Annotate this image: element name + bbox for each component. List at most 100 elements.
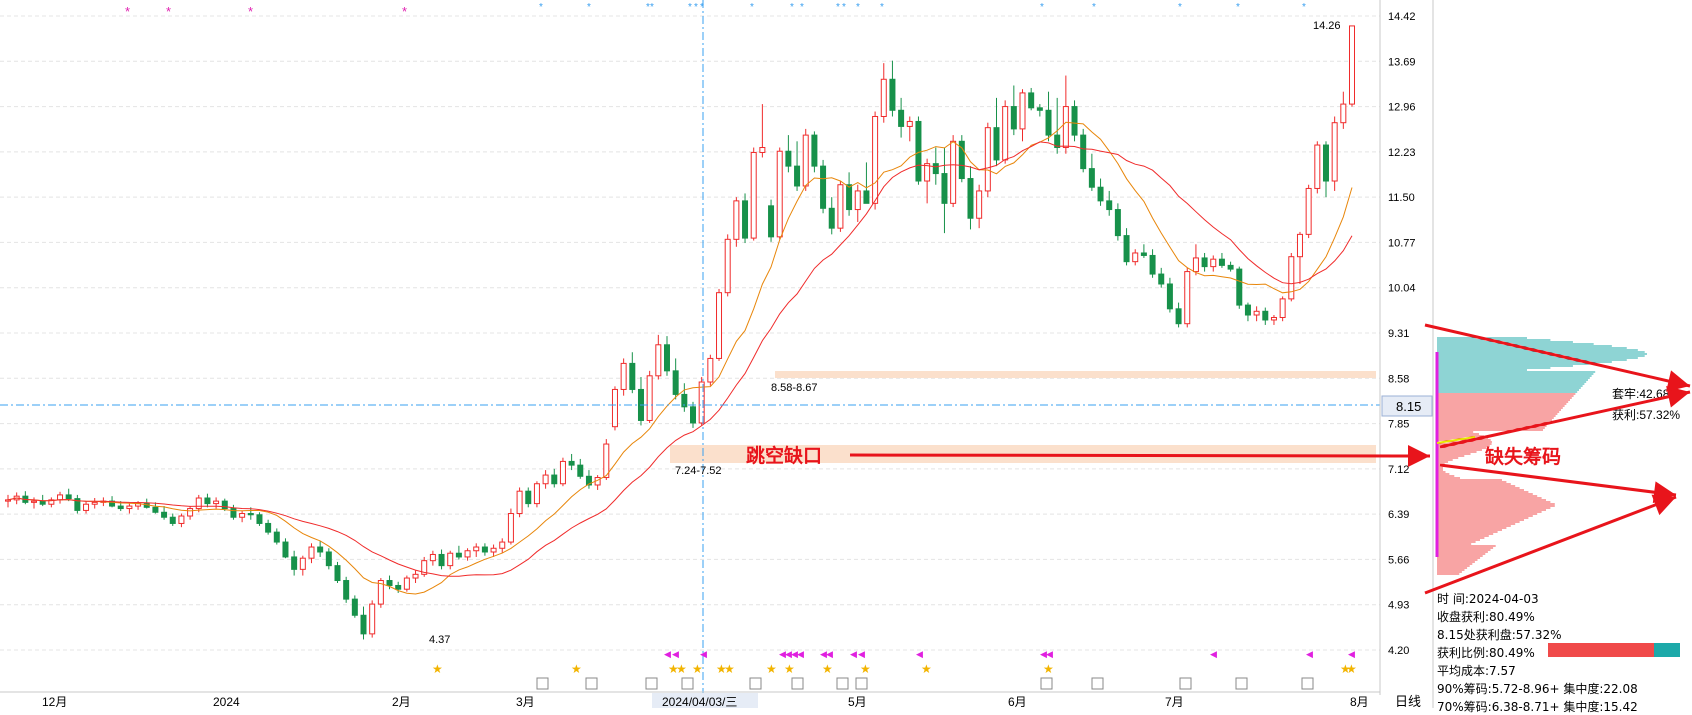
star-icon: ★ [1043, 662, 1054, 676]
price-tick-label: 13.69 [1388, 56, 1416, 68]
candle [447, 552, 454, 567]
candle [5, 499, 11, 502]
event-icon[interactable] [1301, 677, 1314, 690]
price-tick-label: 10.77 [1388, 237, 1416, 249]
candle [31, 500, 38, 503]
candle [1140, 252, 1147, 256]
event-icon[interactable] [1040, 677, 1053, 690]
gap-lower-label: 7.24-7.52 [675, 465, 721, 477]
time-tick-label: 2024 [213, 695, 240, 708]
price-axis-labels: 14.42 13.69 12.96 12.23 11.50 10.77 10.04 9.31 8… [1388, 11, 1416, 657]
candle [611, 388, 618, 428]
candle [247, 513, 254, 516]
signal-star-icon: * [694, 2, 698, 13]
candle [1305, 187, 1312, 235]
candle [542, 474, 549, 485]
star-icon: ★ [921, 662, 932, 676]
candle [273, 531, 280, 543]
candle [1132, 252, 1139, 263]
event-icon[interactable] [749, 677, 762, 690]
candle [1236, 268, 1243, 306]
time-tick-label: 7月 [1165, 695, 1184, 708]
flag-icon: ◀ [858, 649, 865, 659]
signal-star-icon: * [166, 4, 171, 19]
event-icon[interactable] [836, 677, 849, 690]
star-icon: ★ [784, 662, 795, 676]
star-icon: ★ [1346, 662, 1357, 676]
flag-icon: ◀ [850, 649, 857, 659]
price-tick-label: 14.42 [1388, 11, 1416, 23]
event-icon[interactable] [1091, 677, 1104, 690]
candle [213, 500, 220, 505]
price-grid [0, 15, 1380, 651]
candle [256, 514, 263, 524]
candle [343, 580, 350, 600]
candle [204, 497, 211, 505]
candle [820, 165, 827, 209]
candle [1175, 308, 1182, 325]
event-icon[interactable] [855, 677, 868, 690]
star-icon: ★ [571, 662, 582, 676]
event-icon[interactable] [791, 677, 804, 690]
flag-icon: ◀ [700, 649, 707, 659]
candle [1184, 271, 1191, 325]
event-icon[interactable] [1235, 677, 1248, 690]
candle [473, 546, 480, 552]
chip-info-90: 90%筹码:5.72-8.96+ 集中度:22.08 [1437, 682, 1638, 696]
candle [1149, 254, 1156, 275]
candle [716, 292, 723, 359]
candle [1097, 186, 1104, 202]
arrow-head-icon [1407, 444, 1430, 467]
flag-icon: ◀ [1348, 649, 1355, 659]
event-icon[interactable] [681, 677, 694, 690]
candle [161, 511, 168, 518]
flag-icon: ◀ [1046, 649, 1053, 659]
candle [846, 184, 853, 211]
event-icon[interactable] [585, 677, 598, 690]
signal-star-icon: * [1040, 2, 1044, 13]
time-tick-label: 8月 [1350, 695, 1369, 708]
event-icon[interactable] [536, 677, 549, 690]
candle [759, 147, 766, 153]
arrow-line [1424, 495, 1677, 595]
candle [863, 190, 870, 204]
candle [950, 140, 957, 204]
candle [1253, 310, 1260, 316]
event-icon[interactable] [645, 677, 658, 690]
candle [1322, 144, 1329, 182]
candle [768, 205, 775, 238]
candle [499, 541, 506, 549]
candle [455, 552, 462, 558]
candle [1002, 106, 1009, 161]
signal-star-icon: * [248, 4, 253, 19]
candle [976, 190, 983, 219]
candle [568, 460, 575, 466]
candle [1314, 144, 1321, 189]
candle [83, 503, 90, 511]
signal-star-icon: * [836, 2, 840, 13]
candle [785, 150, 792, 167]
profit-ratio-bar [1548, 643, 1680, 657]
candle [837, 184, 844, 229]
candle [291, 556, 298, 570]
price-tick-label: 4.93 [1388, 600, 1409, 612]
signal-star-icon: * [1236, 2, 1240, 13]
candle [1166, 283, 1173, 310]
candle [1244, 304, 1251, 316]
signal-star-icon: * [800, 2, 804, 13]
candle [1045, 109, 1052, 136]
candle [872, 115, 879, 204]
time-tick-label: 3月 [516, 695, 535, 708]
candle [750, 151, 757, 239]
candle [230, 508, 237, 518]
price-tick-label: 10.04 [1388, 283, 1416, 295]
flag-icon: ◀ [916, 649, 923, 659]
event-icon[interactable] [1179, 677, 1192, 690]
candle [65, 494, 72, 500]
candle [646, 375, 653, 421]
signal-star-icon: * [688, 2, 692, 13]
period-label[interactable]: 日线 [1395, 694, 1421, 708]
star-icon: ★ [822, 662, 833, 676]
candle [854, 190, 861, 211]
candle [663, 344, 670, 372]
